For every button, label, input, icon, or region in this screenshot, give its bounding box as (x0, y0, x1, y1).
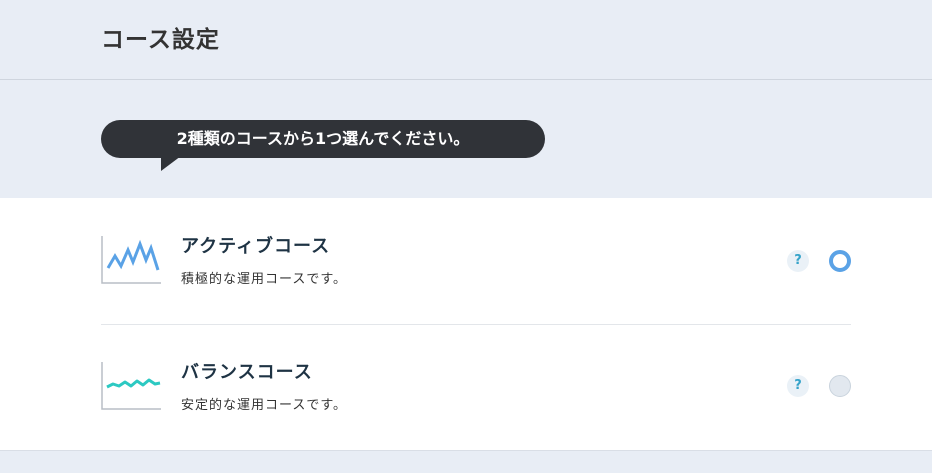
option-description: 積極的な運用コースです。 (181, 272, 348, 287)
option-balance-course[interactable]: バランスコース 安定的な運用コースです。 ? (101, 324, 851, 450)
instruction-bubble: 2種類のコースから1つ選んでください。 (101, 120, 545, 158)
help-button[interactable]: ? (787, 375, 809, 397)
option-title: アクティブコース (181, 236, 331, 257)
zigzag-chart-icon (101, 236, 161, 284)
course-options-card: アクティブコース 積極的な運用コースです。 ? バランスコース 安定的な運用コー… (0, 198, 932, 451)
option-active-course[interactable]: アクティブコース 積極的な運用コースです。 ? (101, 198, 851, 325)
option-description: 安定的な運用コースです。 (181, 398, 348, 413)
page-header: コース設定 (0, 0, 932, 80)
radio-balance-course[interactable] (829, 375, 851, 397)
bubble-tail (161, 156, 181, 171)
page-title: コース設定 (101, 27, 220, 53)
radio-active-course[interactable] (829, 250, 851, 272)
help-button[interactable]: ? (787, 250, 809, 272)
wave-chart-icon (101, 362, 161, 410)
option-title: バランスコース (181, 362, 313, 383)
